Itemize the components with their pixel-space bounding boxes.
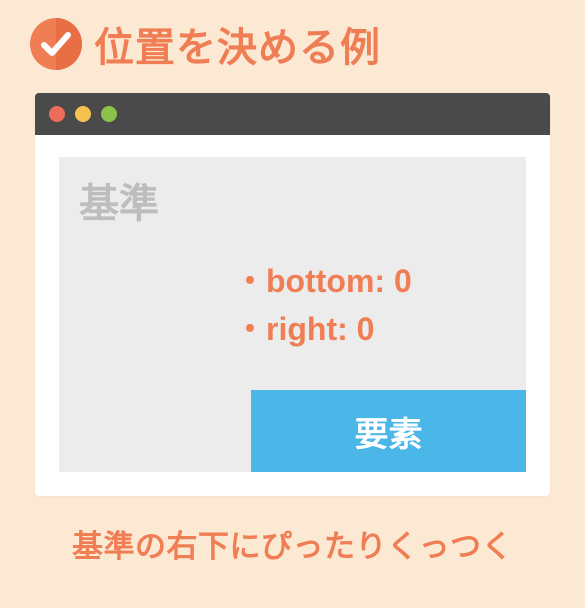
window-body: 基準 ・bottom: 0 ・right: 0 要素 [35, 135, 550, 496]
header: 位置を決める例 [30, 15, 560, 73]
caption: 基準の右下にぴったりくっつく [25, 521, 560, 566]
css-rules: ・bottom: 0 ・right: 0 [234, 257, 412, 353]
base-reference-box: 基準 ・bottom: 0 ・right: 0 要素 [59, 157, 526, 472]
maximize-icon [101, 106, 117, 122]
close-icon [49, 106, 65, 122]
positioned-element: 要素 [251, 390, 526, 472]
rule-bottom: ・bottom: 0 [234, 257, 412, 305]
page-title: 位置を決める例 [94, 15, 381, 73]
base-label: 基準 [79, 171, 159, 229]
browser-window: 基準 ・bottom: 0 ・right: 0 要素 [35, 93, 550, 496]
minimize-icon [75, 106, 91, 122]
checkmark-icon [30, 18, 82, 70]
window-titlebar [35, 93, 550, 135]
rule-right: ・right: 0 [234, 305, 412, 353]
